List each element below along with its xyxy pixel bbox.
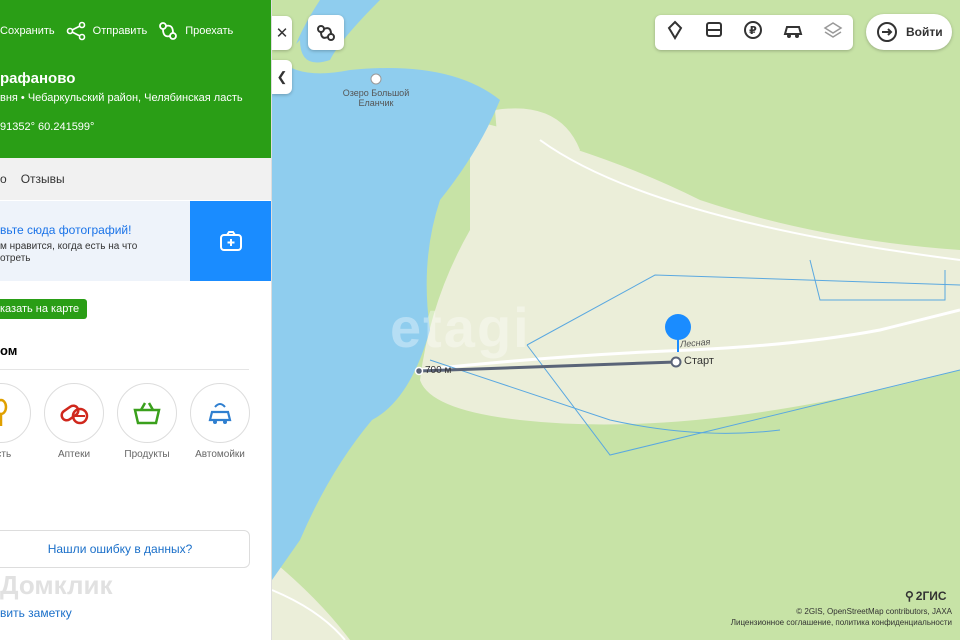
login-button[interactable]: Войти xyxy=(866,14,952,50)
lake-icon xyxy=(370,73,382,85)
category-label: Аптеки xyxy=(57,449,91,460)
login-icon xyxy=(877,22,897,42)
category-groceries[interactable]: Продукты xyxy=(116,383,178,460)
place-coordinates[interactable]: 91352° 60.241599° xyxy=(0,121,94,133)
spoon-icon xyxy=(0,398,8,426)
collapse-panel-button[interactable]: ❮ xyxy=(272,60,292,94)
show-on-map-button[interactable]: казать на карте xyxy=(0,299,88,319)
add-note-link[interactable]: вить заметку xyxy=(0,606,72,620)
place-panel: Сохранить Отправить Проехать рафаново вн… xyxy=(0,0,272,640)
place-title: рафаново xyxy=(0,70,76,87)
route-icon xyxy=(159,22,178,40)
start-label: Старт xyxy=(684,355,714,367)
category-pharmacy[interactable]: Аптеки xyxy=(43,383,105,460)
copyright-line: © 2GIS, OpenStreetMap contributors, JAXA xyxy=(796,607,952,616)
photo-promo: вьте сюда фотографий! м нравится, когда … xyxy=(0,201,271,281)
category-label: есть xyxy=(0,449,12,460)
panel-header: Сохранить Отправить Проехать рафаново вн… xyxy=(0,0,271,158)
category-label: Продукты xyxy=(124,449,170,460)
traffic-icon[interactable] xyxy=(782,20,804,45)
divider xyxy=(0,369,249,370)
tab-info[interactable]: о xyxy=(0,172,7,186)
attractions-icon[interactable] xyxy=(665,20,685,45)
route-end-point xyxy=(414,366,424,376)
save-button[interactable]: Сохранить xyxy=(0,25,55,37)
ruble-icon[interactable]: ₽ xyxy=(743,20,763,45)
basket-icon xyxy=(133,402,161,425)
category-car-wash[interactable]: Автомойки xyxy=(189,383,251,460)
pills-icon xyxy=(60,404,89,425)
layers-icon[interactable] xyxy=(823,20,843,45)
promo-text: м нравится, когда есть на что отреть xyxy=(0,241,138,264)
place-address: вня • Чебаркульский район, Челябинская л… xyxy=(0,92,243,104)
share-label: Отправить xyxy=(92,25,148,37)
category-eat[interactable]: есть xyxy=(0,383,32,460)
share-button[interactable]: Отправить xyxy=(65,21,148,41)
car-wash-icon xyxy=(208,403,232,424)
distance-label: 700 м xyxy=(425,365,452,376)
watermark-etagi: etagi xyxy=(390,296,531,359)
route-button[interactable] xyxy=(308,15,344,50)
brand-logo: ⚲ 2ГИС xyxy=(905,589,947,603)
map-copyright: © 2GIS, OpenStreetMap contributors, JAXA… xyxy=(731,606,952,628)
license-links[interactable]: Лицензионное соглашение, политика конфид… xyxy=(731,617,952,628)
report-error-button[interactable]: Нашли ошибку в данных? xyxy=(0,530,250,568)
add-photo-icon xyxy=(219,231,242,251)
tab-reviews[interactable]: Отзывы xyxy=(21,172,65,186)
brand-icon: ⚲ xyxy=(905,589,914,603)
bus-icon[interactable] xyxy=(704,20,724,45)
close-panel-button[interactable]: ✕ xyxy=(272,16,292,50)
panel-tabs: о Отзывы xyxy=(0,158,271,200)
directions-button[interactable]: Проехать xyxy=(157,20,233,42)
close-icon: ✕ xyxy=(275,25,289,42)
category-label: Автомойки xyxy=(195,449,245,460)
nearby-title: ом xyxy=(0,343,18,358)
map-layer-toolbar: ₽ xyxy=(655,15,853,50)
share-icon xyxy=(66,21,85,41)
svg-text:₽: ₽ xyxy=(749,24,757,37)
chevron-left-icon: ❮ xyxy=(276,69,288,84)
lake-label: Озеро Большой Еланчик xyxy=(342,88,410,108)
add-photo-button[interactable] xyxy=(190,201,271,281)
watermark-domclick: Домклик xyxy=(0,570,113,600)
save-label: Сохранить xyxy=(0,25,55,37)
nearby-categories: есть Аптеки Продукты Автомойки xyxy=(0,383,262,460)
directions-label: Проехать xyxy=(185,25,234,37)
promo-title[interactable]: вьте сюда фотографий! xyxy=(0,223,131,237)
route-start-point xyxy=(670,356,682,368)
login-label: Войти xyxy=(906,25,943,39)
route-icon xyxy=(317,24,335,41)
